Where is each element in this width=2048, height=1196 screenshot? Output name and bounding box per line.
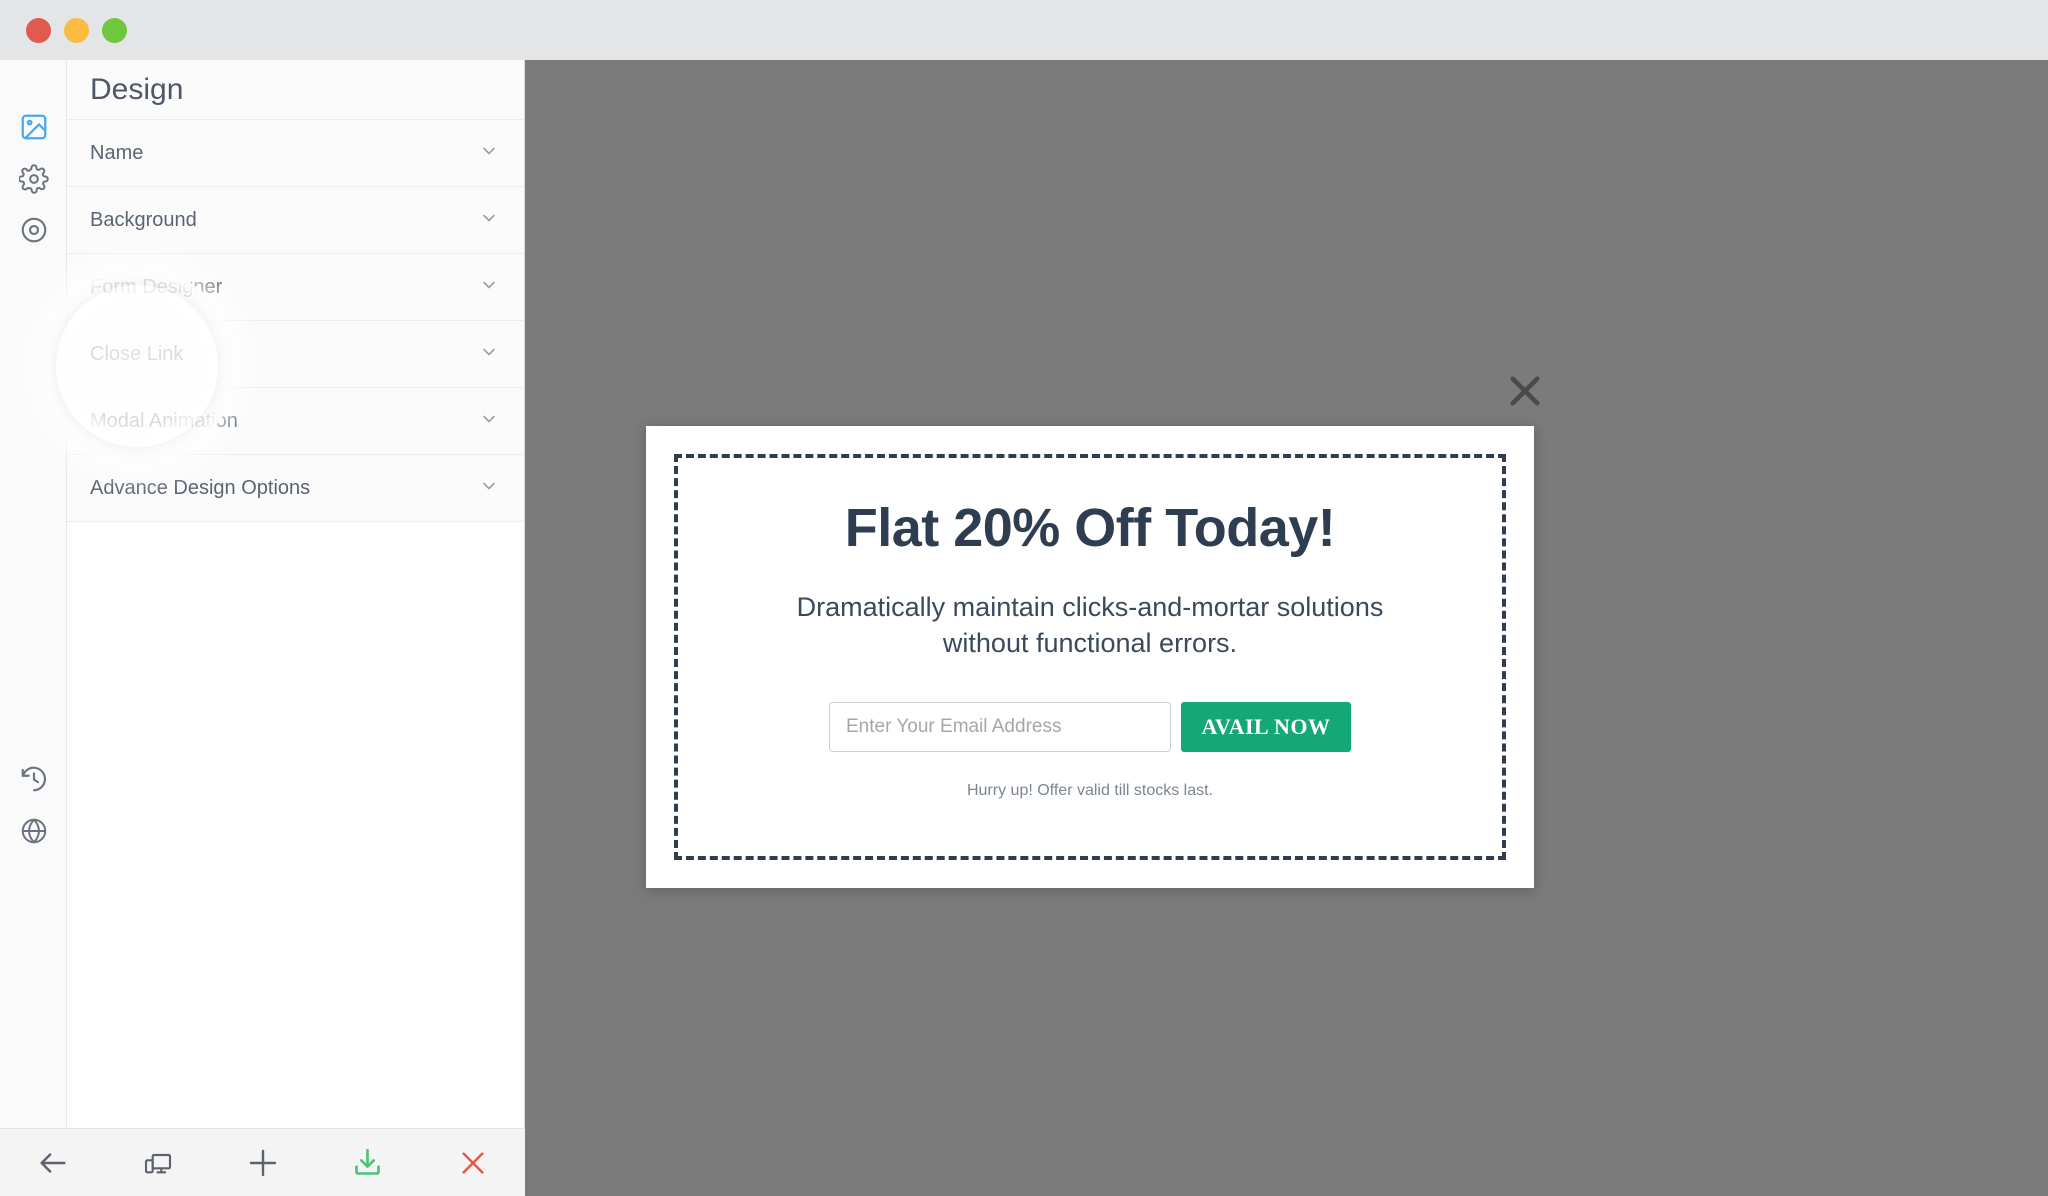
accordion-label: Close Link — [90, 342, 184, 365]
popup-dashed-frame: Flat 20% Off Today! Dramatically maintai… — [674, 454, 1506, 860]
image-icon — [19, 112, 49, 142]
popup-signup-form: AVAIL NOW — [829, 701, 1351, 752]
design-panel: Design Name Background Form Designer Clo… — [67, 60, 525, 1128]
rail-item-targeting[interactable] — [0, 208, 67, 252]
accordion-name[interactable]: Name — [67, 120, 524, 187]
accordion-label: Form Designer — [90, 275, 223, 298]
gear-icon — [18, 164, 49, 194]
popup-close-icon[interactable] — [1502, 368, 1548, 414]
rail-item-history[interactable] — [0, 757, 67, 801]
preview-canvas: Flat 20% Off Today! Dramatically maintai… — [525, 60, 2048, 1196]
x-icon — [457, 1147, 489, 1179]
plus-icon — [245, 1145, 281, 1181]
window-minimize-dot[interactable] — [64, 17, 89, 43]
back-button[interactable] — [0, 1129, 105, 1196]
accordion-label: Name — [90, 141, 144, 164]
chevron-down-icon — [479, 141, 499, 166]
popup-modal: Flat 20% Off Today! Dramatically maintai… — [646, 426, 1534, 888]
popup-modal-wrapper: Flat 20% Off Today! Dramatically maintai… — [646, 368, 1540, 888]
devices-icon — [142, 1147, 174, 1179]
globe-icon — [19, 816, 49, 846]
chevron-down-icon — [479, 476, 499, 501]
accordion-form-designer[interactable]: Form Designer — [67, 254, 524, 321]
rail-item-settings[interactable] — [0, 157, 67, 201]
add-button[interactable] — [210, 1129, 315, 1196]
history-icon — [19, 764, 49, 794]
app-window: Design Name Background Form Designer Clo… — [0, 0, 2048, 1196]
accordion-advance-design-options[interactable]: Advance Design Options — [67, 455, 524, 522]
arrow-left-icon — [36, 1146, 70, 1180]
popup-subheading: Dramatically maintain clicks-and-mortar … — [796, 591, 1384, 659]
popup-footnote: Hurry up! Offer valid till stocks last. — [967, 781, 1213, 799]
chevron-down-icon — [479, 409, 499, 434]
target-icon — [19, 215, 49, 245]
accordion-modal-animation[interactable]: Modal Animation — [67, 388, 524, 455]
accordion-background[interactable]: Background — [67, 187, 524, 254]
accordion-label: Advance Design Options — [90, 476, 311, 499]
page-title: Design — [90, 72, 184, 106]
close-button[interactable] — [420, 1129, 525, 1196]
traffic-light-group — [26, 17, 127, 43]
bottom-toolbar — [0, 1128, 525, 1196]
chevron-down-icon — [479, 342, 499, 367]
save-button[interactable] — [315, 1129, 420, 1196]
chevron-down-icon — [479, 208, 499, 233]
window-close-dot[interactable] — [26, 17, 51, 43]
responsive-preview-button[interactable] — [105, 1129, 210, 1196]
download-icon — [351, 1146, 384, 1179]
accordion-label: Background — [90, 208, 197, 231]
rail-item-publish[interactable] — [0, 809, 67, 853]
chevron-down-icon — [479, 275, 499, 300]
accordion-label: Modal Animation — [90, 409, 238, 432]
panel-header: Design — [67, 60, 524, 120]
window-titlebar — [0, 0, 2048, 60]
rail-item-design[interactable] — [0, 105, 67, 149]
avail-now-button[interactable]: AVAIL NOW — [1181, 701, 1351, 752]
accordion-close-link[interactable]: Close Link — [67, 321, 524, 388]
icon-rail — [0, 60, 67, 1128]
email-field[interactable] — [829, 701, 1171, 752]
popup-heading: Flat 20% Off Today! — [844, 498, 1336, 558]
window-zoom-dot[interactable] — [102, 17, 127, 43]
